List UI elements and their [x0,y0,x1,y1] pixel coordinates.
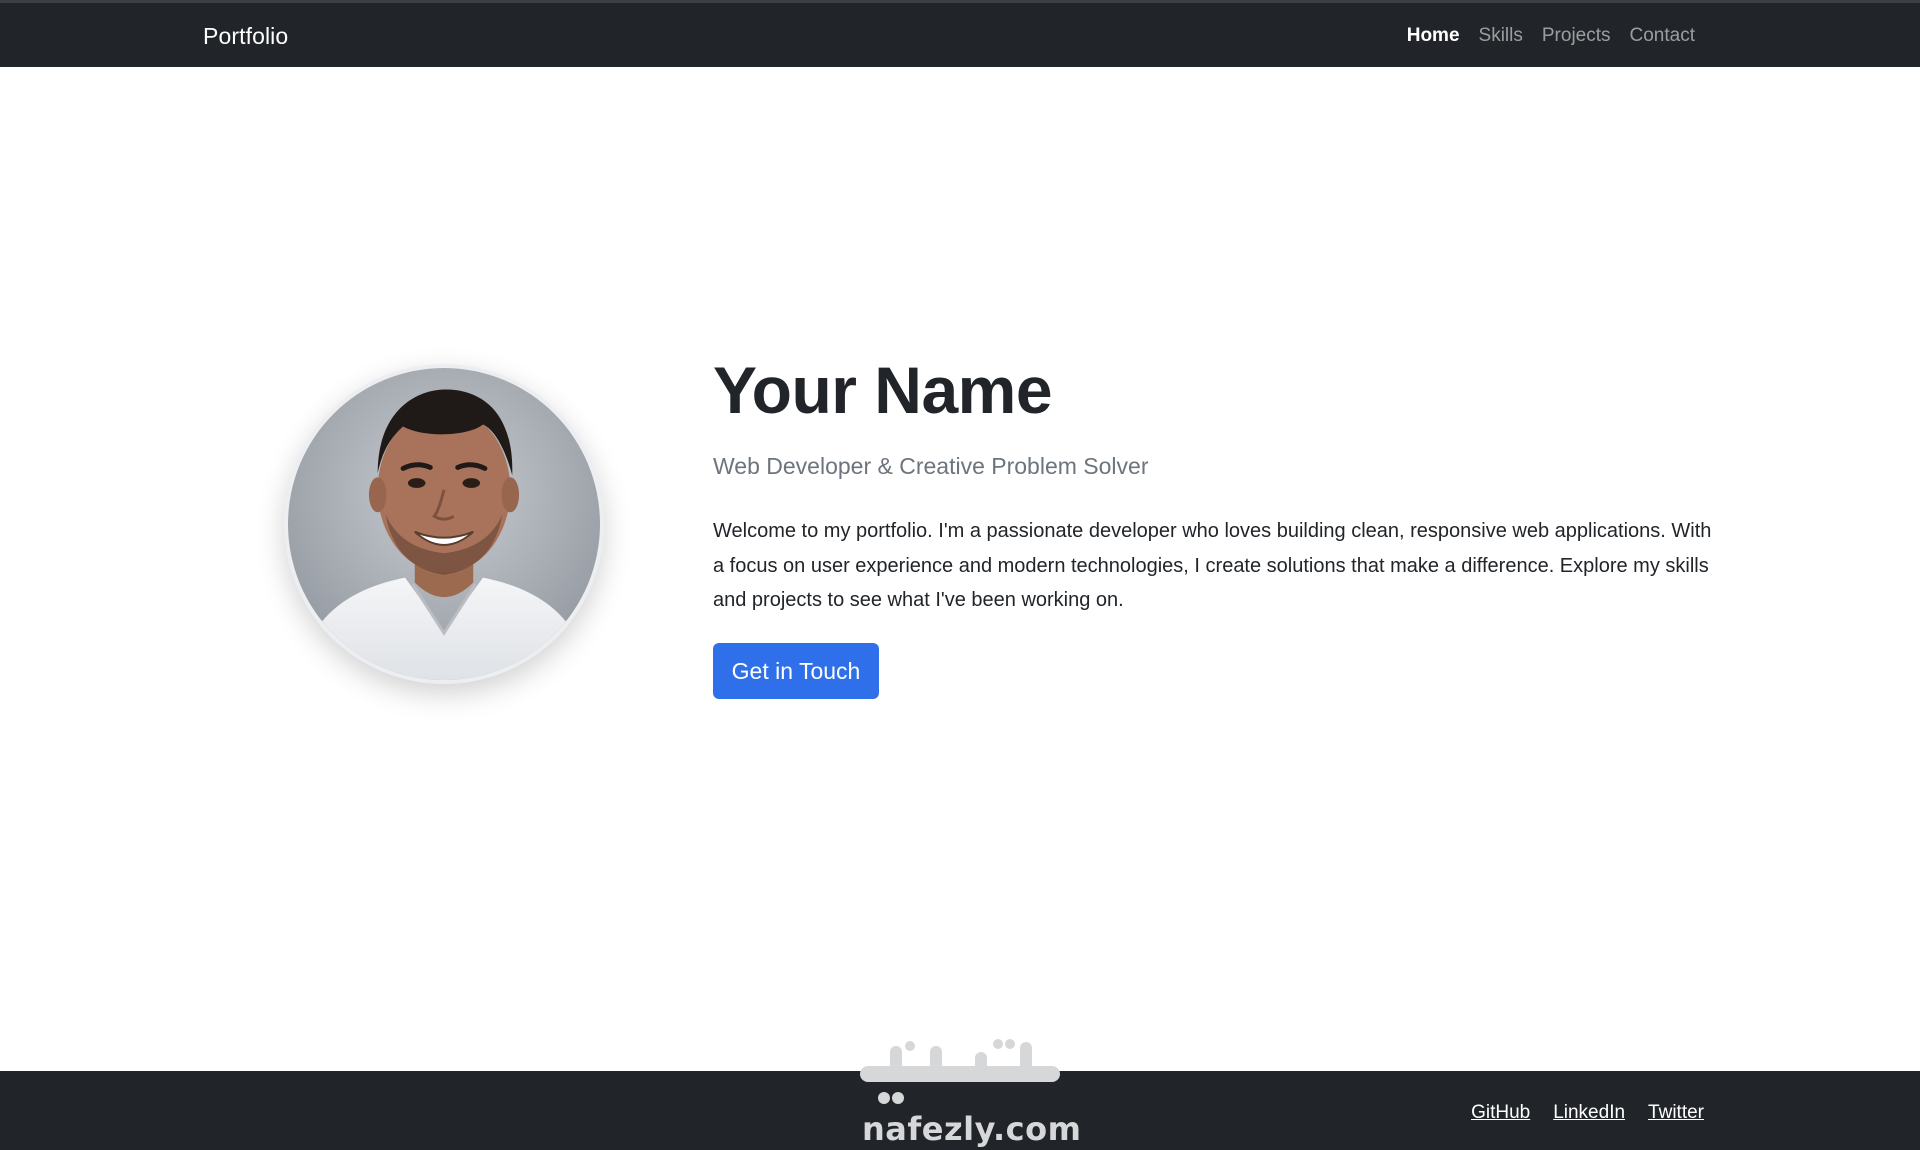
footer-link-linkedin[interactable]: LinkedIn [1553,1102,1625,1124]
navbar: Portfolio Home Skills Projects Contact [0,0,1920,67]
nav-link-contact[interactable]: Contact [1630,25,1695,47]
page: Portfolio Home Skills Projects Contact Y… [0,0,1920,1150]
nav-link-skills[interactable]: Skills [1479,25,1523,47]
nav-link-projects[interactable]: Projects [1542,25,1611,47]
navbar-brand[interactable]: Portfolio [203,23,288,50]
footer-link-github[interactable]: GitHub [1471,1102,1530,1124]
profile-avatar [284,364,604,684]
get-in-touch-button[interactable]: Get in Touch [713,643,879,699]
footer-links: GitHub LinkedIn Twitter [1471,1102,1704,1124]
footer-link-twitter[interactable]: Twitter [1648,1102,1704,1124]
hero-subtitle: Web Developer & Creative Problem Solver [713,453,1149,479]
profile-photo-icon [288,368,600,680]
footer: GitHub LinkedIn Twitter [0,1071,1920,1150]
nav-links: Home Skills Projects Contact [1407,25,1695,47]
nav-link-home[interactable]: Home [1407,25,1460,47]
hero-bio: Welcome to my portfolio. I'm a passionat… [713,520,1712,611]
hero-title: Your Name [713,353,1053,427]
